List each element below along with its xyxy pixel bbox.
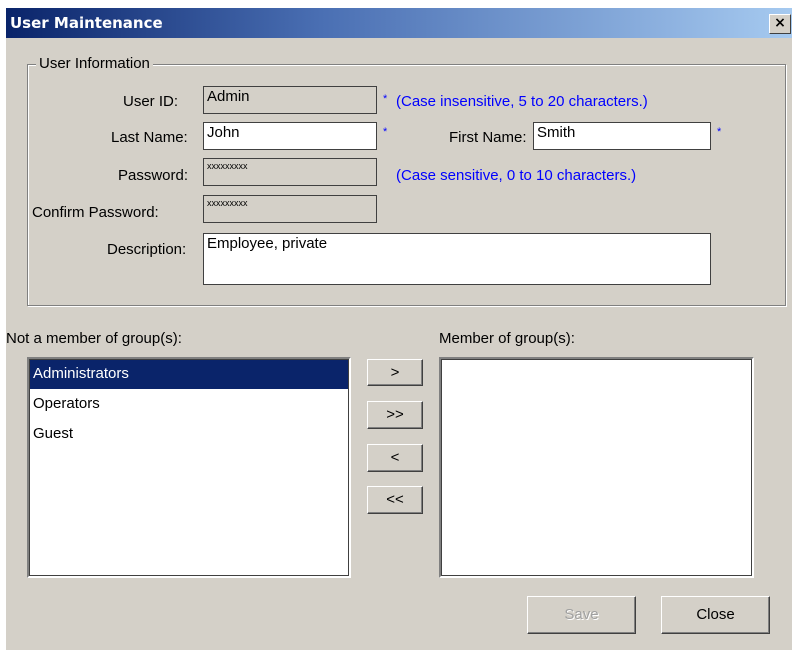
add-all-button[interactable]: >> [367, 401, 423, 429]
last-name-label: Last Name: [111, 129, 188, 146]
description-label: Description: [107, 241, 187, 258]
user-maintenance-dialog: User Maintenance × User Information User… [5, 8, 792, 650]
user-id-hint: (Case insensitive, 5 to 20 characters.) [396, 93, 648, 110]
password-field[interactable]: xxxxxxxxx [203, 158, 377, 186]
not-member-listbox[interactable]: Administrators Operators Guest [27, 357, 351, 578]
user-id-label: User ID: [123, 93, 179, 110]
confirm-password-field[interactable]: xxxxxxxxx [203, 195, 377, 223]
not-member-label: Not a member of group(s): [6, 330, 182, 347]
list-item-administrators[interactable]: Administrators [29, 359, 349, 389]
add-one-button[interactable]: > [367, 359, 423, 386]
user-information-label: User Information [36, 55, 153, 72]
window-title: User Maintenance [10, 14, 163, 32]
close-button[interactable]: Close [661, 596, 770, 634]
first-name-label: First Name: [449, 129, 527, 146]
save-button[interactable]: Save [527, 596, 636, 634]
remove-all-button[interactable]: << [367, 486, 423, 514]
last-name-required-mark: * [383, 126, 388, 138]
first-name-required-mark: * [717, 126, 722, 138]
title-bar[interactable]: User Maintenance × [6, 8, 792, 38]
close-icon[interactable]: × [769, 14, 791, 34]
confirm-password-label: Confirm Password: [32, 204, 159, 221]
user-id-required-mark: * [383, 93, 388, 105]
last-name-field[interactable]: John [203, 122, 377, 150]
description-field[interactable]: Employee, private [203, 233, 711, 285]
member-label: Member of group(s): [439, 330, 575, 347]
password-hint: (Case sensitive, 0 to 10 characters.) [396, 167, 637, 184]
remove-one-button[interactable]: < [367, 444, 423, 472]
first-name-field[interactable]: Smith [533, 122, 711, 150]
password-label: Password: [118, 167, 189, 184]
member-listbox[interactable] [439, 357, 754, 578]
list-item-operators[interactable]: Operators [29, 389, 349, 419]
list-item-guest[interactable]: Guest [29, 419, 349, 449]
user-id-field[interactable]: Admin [203, 86, 377, 114]
